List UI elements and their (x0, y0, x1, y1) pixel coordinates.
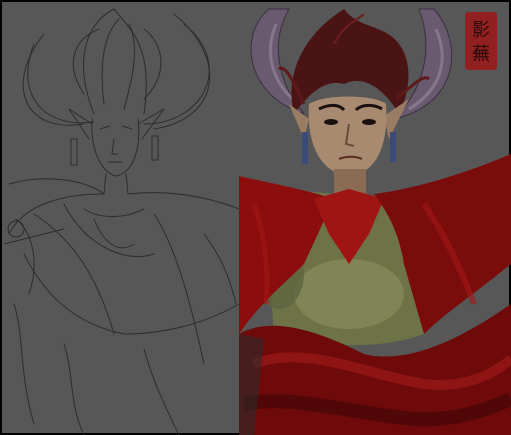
earring-left (302, 132, 308, 164)
svg-text:蕪: 蕪 (472, 44, 490, 65)
artwork-frame: 影 蕪 (0, 0, 511, 435)
painted-panel (239, 8, 511, 435)
artist-seal: 影 蕪 (465, 12, 497, 70)
earring-right (390, 132, 396, 162)
artwork-canvas: 影 蕪 (4, 8, 511, 435)
sketch-panel (4, 8, 240, 435)
svg-text:影: 影 (472, 20, 490, 41)
